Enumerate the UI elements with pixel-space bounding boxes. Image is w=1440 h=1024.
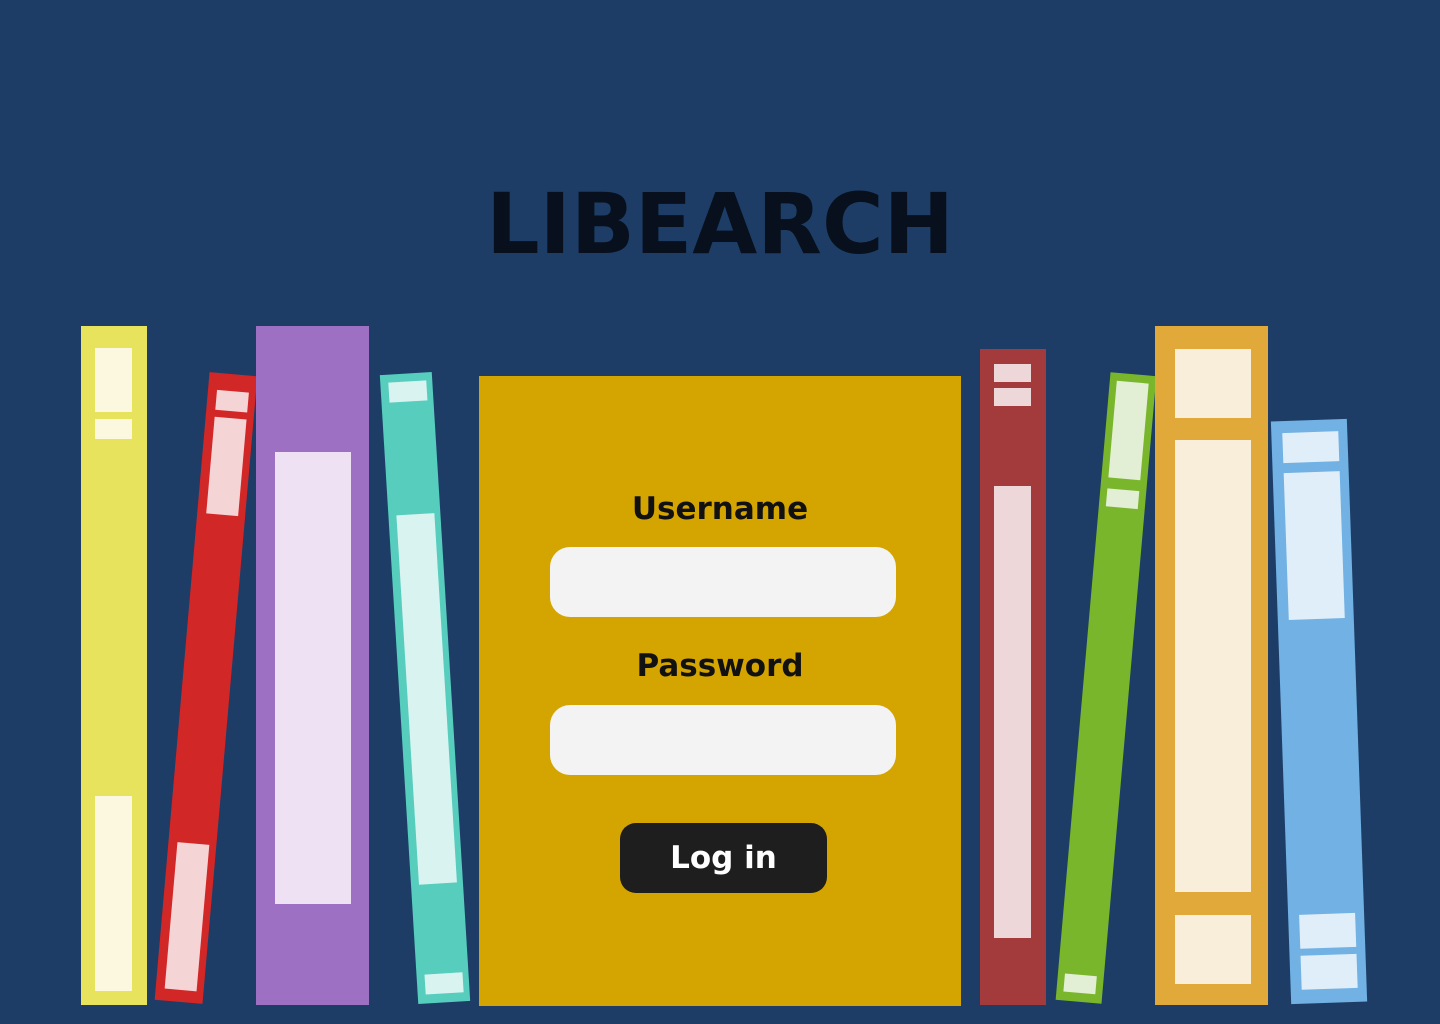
book-label [275,452,351,904]
book-label [95,348,132,412]
login-button[interactable]: Log in [620,823,827,893]
app-title: LIBEARCH [486,175,954,273]
book-label [994,388,1031,406]
book-label [1175,349,1251,418]
book-teal [379,372,471,1004]
login-panel: Username Password Log in [479,376,961,1006]
book-red [154,372,258,1004]
book-dark-red [980,349,1046,1005]
book-label [994,486,1031,938]
username-input[interactable] [550,547,896,617]
book-label [1300,953,1358,990]
book-label [1282,431,1340,464]
book-label [206,416,247,517]
book-label [994,364,1031,382]
book-orange [1155,326,1268,1005]
password-label: Password [636,648,804,684]
book-label [396,513,457,885]
username-label: Username [631,491,809,527]
book-label [388,380,428,403]
book-label [1175,440,1251,892]
book-purple [256,326,369,1005]
book-label [1063,973,1097,995]
book-label [424,972,464,995]
book-label [1175,915,1251,984]
book-label [1299,912,1357,949]
book-label [1105,488,1140,510]
book-label [164,842,210,992]
book-label [95,419,132,439]
book-label [1108,380,1149,481]
book-label [95,796,132,991]
book-label [215,389,249,413]
book-blue [1270,418,1368,1005]
password-input[interactable] [550,705,896,775]
book-label [1283,471,1345,620]
book-green [1055,372,1157,1004]
book-yellow [81,326,147,1005]
